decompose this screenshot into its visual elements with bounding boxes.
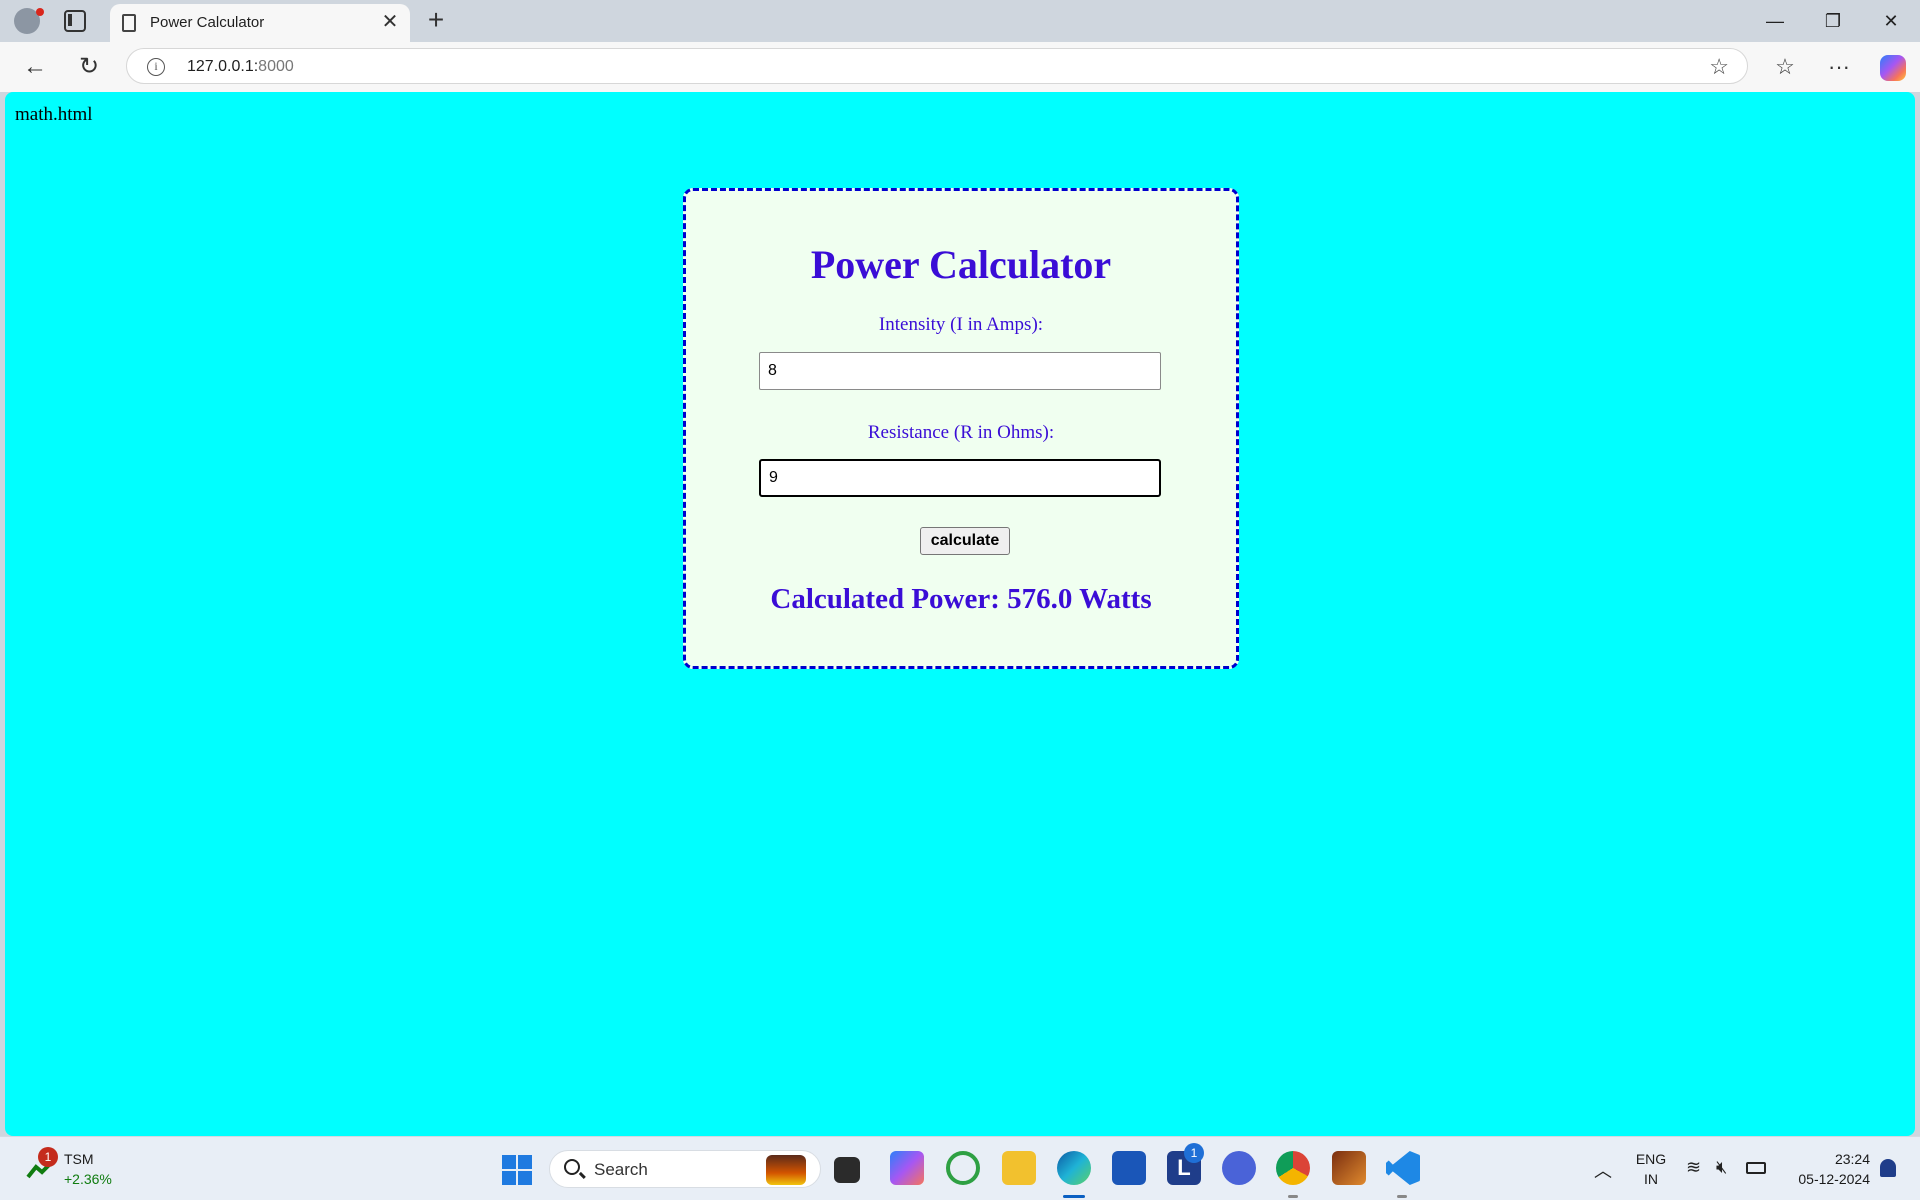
language-indicator[interactable]: ENG — [1634, 1151, 1668, 1167]
chrome-running-indicator — [1288, 1195, 1298, 1198]
browser-toolbar: ← ↻ i 127.0.0.1:8000 ☆ ☆ ··· — [0, 42, 1920, 92]
search-highlight-icon — [766, 1155, 806, 1185]
copilot-icon[interactable] — [1880, 55, 1906, 81]
restore-icon[interactable]: ❐ — [1810, 6, 1856, 36]
tab-actions-icon[interactable] — [64, 10, 86, 32]
url-text[interactable]: 127.0.0.1:8000 — [187, 58, 294, 76]
intensity-input[interactable] — [759, 352, 1161, 390]
url-host: 127.0.0.1: — [187, 58, 259, 75]
page-viewport: math.html Power Calculator Intensity (I … — [5, 92, 1915, 1136]
store-icon[interactable] — [1112, 1151, 1146, 1185]
triangle-app-icon[interactable] — [1222, 1151, 1256, 1185]
close-window-icon[interactable]: ✕ — [1868, 6, 1914, 36]
favorites-icon[interactable]: ☆ — [1770, 52, 1800, 82]
minimize-icon[interactable]: — — [1752, 6, 1798, 36]
task-view-icon[interactable] — [834, 1157, 860, 1183]
search-label: Search — [594, 1160, 648, 1179]
region-indicator[interactable]: IN — [1634, 1171, 1668, 1187]
show-hidden-icons-chevron-icon[interactable]: ︿ — [1594, 1157, 1612, 1183]
tab-title: Power Calculator — [150, 14, 265, 31]
sync-app-icon[interactable] — [946, 1151, 980, 1185]
site-info-icon[interactable]: i — [147, 58, 165, 76]
intensity-label: Intensity (I in Amps): — [878, 314, 1044, 335]
calculator-card: Power Calculator Intensity (I in Amps): … — [683, 188, 1239, 669]
back-icon[interactable]: ← — [20, 52, 50, 82]
wifi-icon[interactable]: ≋ — [1686, 1157, 1701, 1178]
profile-notification-dot — [36, 8, 44, 16]
l-app-badge: 1 — [1184, 1143, 1204, 1163]
stock-name[interactable]: TSM — [64, 1151, 94, 1167]
new-tab-icon[interactable]: + — [422, 6, 450, 34]
battery-icon[interactable] — [1746, 1162, 1766, 1174]
game-app-icon[interactable] — [1332, 1151, 1366, 1185]
calculate-button[interactable]: calculate — [920, 527, 1010, 555]
vscode-running-indicator — [1397, 1195, 1407, 1198]
copilot-app-icon[interactable] — [890, 1151, 924, 1185]
resistance-input[interactable] — [759, 459, 1161, 497]
taskbar-search[interactable]: Search — [549, 1150, 821, 1188]
search-icon — [564, 1159, 580, 1175]
favorite-star-icon[interactable]: ☆ — [1709, 54, 1729, 80]
page-document-icon — [122, 14, 136, 32]
clock-date[interactable]: 05-12-2024 — [1780, 1171, 1870, 1187]
edge-active-indicator — [1063, 1195, 1085, 1198]
tab-strip: Power Calculator ✕ + — ❐ ✕ — [0, 0, 1920, 42]
refresh-icon[interactable]: ↻ — [74, 52, 104, 82]
notification-bell-icon[interactable] — [1880, 1159, 1896, 1177]
address-bar[interactable]: i 127.0.0.1:8000 ☆ — [126, 48, 1748, 84]
taskbar: 1 TSM +2.36% Search L 1 ︿ ENG IN ≋ 🔇︎ 23… — [0, 1136, 1920, 1200]
result-text: Calculated Power: 576.0 Watts — [770, 583, 1152, 615]
clock-time[interactable]: 23:24 — [1790, 1151, 1870, 1167]
page-title: Power Calculator — [810, 242, 1112, 287]
file-explorer-icon[interactable] — [1002, 1151, 1036, 1185]
stock-change: +2.36% — [64, 1171, 112, 1187]
windows-start-icon[interactable] — [502, 1155, 532, 1185]
chrome-icon[interactable] — [1276, 1151, 1310, 1185]
more-options-icon[interactable]: ··· — [1824, 52, 1854, 82]
close-tab-icon[interactable]: ✕ — [378, 10, 402, 34]
url-port: 8000 — [258, 58, 294, 75]
volume-muted-icon[interactable]: 🔇︎ — [1716, 1157, 1727, 1178]
edge-icon[interactable] — [1057, 1151, 1091, 1185]
stock-badge: 1 — [38, 1147, 58, 1167]
resistance-label: Resistance (R in Ohms): — [867, 422, 1055, 443]
tab-power-calculator[interactable]: Power Calculator ✕ — [110, 4, 410, 42]
filename-text: math.html — [15, 104, 93, 125]
vscode-icon[interactable] — [1386, 1151, 1420, 1185]
